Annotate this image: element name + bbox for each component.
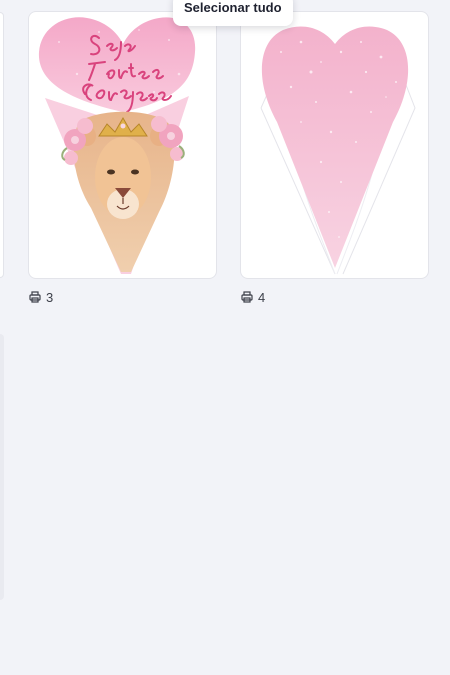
page-3-artwork [38, 17, 196, 274]
page-thumbnail-3[interactable] [28, 11, 217, 279]
page-number: 4 [258, 289, 266, 305]
page-thumbnail-4[interactable] [240, 11, 429, 279]
previous-page-card-edge[interactable] [0, 12, 4, 278]
side-panel-edge [0, 334, 4, 600]
page-3-footer: 3 [29, 289, 53, 305]
select-all-tooltip: Selecionar tudo [173, 0, 293, 26]
page-4-footer: 4 [241, 289, 265, 305]
print-icon [29, 291, 41, 303]
page-number: 3 [46, 289, 54, 305]
print-icon [241, 291, 253, 303]
page-4-artwork [260, 26, 416, 275]
